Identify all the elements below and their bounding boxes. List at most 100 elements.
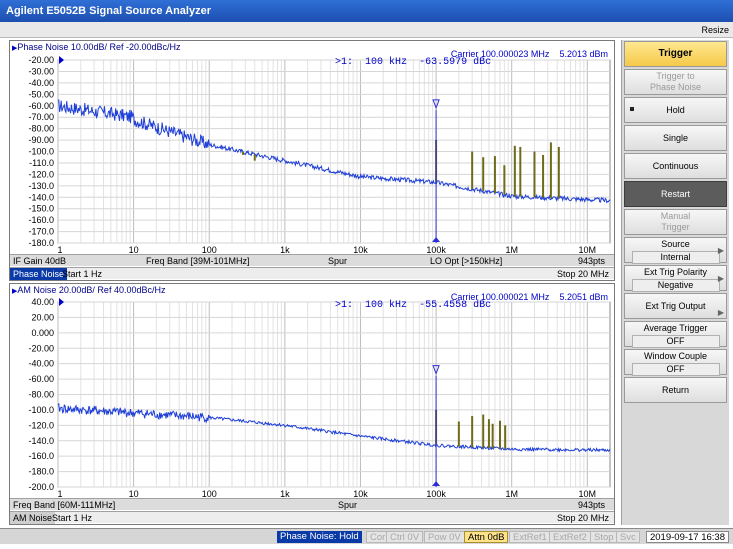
footer-svc: Svc bbox=[616, 531, 640, 543]
polarity-value: Negative bbox=[631, 279, 720, 292]
return-button[interactable]: Return bbox=[624, 377, 727, 403]
y-tick-label: -130.0 bbox=[28, 181, 54, 191]
phase-marker-label: >1: bbox=[335, 57, 354, 68]
manual-trigger-line1: Manual bbox=[660, 211, 691, 221]
window-title: Agilent E5052B Signal Source Analyzer bbox=[0, 0, 733, 22]
source-value: Internal bbox=[631, 251, 720, 264]
submenu-arrow-icon: ▶ bbox=[717, 274, 724, 283]
ext-trig-polarity-button[interactable]: Ext Trig Polarity Negative ▶ bbox=[624, 265, 727, 292]
window-couple-value: OFF bbox=[631, 363, 720, 376]
phase-noise-plot[interactable]: -20.00-30.00 -40.00-50.00 -60.00-70.00 -80.… bbox=[10, 41, 614, 280]
y-tick-label: -170.0 bbox=[28, 227, 54, 237]
am-marker-label: >1: bbox=[335, 300, 354, 311]
y-tick-label: -200.0 bbox=[28, 482, 54, 492]
y-tick-label: 0.000 bbox=[31, 328, 54, 338]
y-tick-label: -60.00 bbox=[28, 374, 54, 384]
if-gain-label: IF Gain 40dB bbox=[13, 256, 67, 266]
am-spur-label: Spur bbox=[338, 500, 358, 510]
restart-button[interactable]: Restart bbox=[624, 181, 727, 207]
manual-trigger-line2: Trigger bbox=[661, 222, 690, 232]
am-marker-freq: 100 kHz bbox=[365, 300, 408, 311]
y-tick-label: 20.00 bbox=[31, 312, 54, 322]
phase-marker-value: -63.5979 dBc bbox=[419, 57, 492, 68]
phase-trace-label[interactable]: Phase Noise bbox=[10, 268, 68, 280]
am-carrier-power: 5.2051 dBm bbox=[559, 292, 608, 302]
y-tick-label: -100.0 bbox=[28, 405, 54, 415]
phase-noise-panel[interactable]: -20.00 -30.00 -40.00 -50.00 -60.00 -70.00 -80.… bbox=[9, 40, 615, 281]
am-bottom-row: AM Noise Start 1 Hz Stop 20 MHz bbox=[10, 511, 614, 524]
hold-label: Hold bbox=[666, 105, 685, 115]
output-label: Ext Trig Output bbox=[645, 301, 706, 311]
phase-marker-freq: 100 kHz bbox=[365, 57, 408, 68]
instrument-status-bar: Phase Noise: Hold Cor Ctrl 0V Pow 0V Att… bbox=[0, 528, 733, 544]
submenu-arrow-icon: ▶ bbox=[717, 246, 724, 255]
y-tick-label: -50.00 bbox=[28, 89, 54, 99]
am-start-label: Start 1 Hz bbox=[52, 513, 93, 523]
trigger-to-line1: Trigger to bbox=[656, 71, 695, 81]
am-marker-value: -55.4558 dBc bbox=[419, 300, 492, 311]
am-noise-panel[interactable]: 40.00 20.00 0.000 -20.00 -40.00 -60.00 -80.00 -… bbox=[9, 283, 615, 525]
y-tick-label: -150.0 bbox=[28, 204, 54, 214]
y-tick-label: -140.0 bbox=[28, 192, 54, 202]
y-tick-label: -40.00 bbox=[28, 78, 54, 88]
y-tick-label: -120.0 bbox=[28, 420, 54, 430]
y-tick-label: -70.00 bbox=[28, 112, 54, 122]
ext-trig-output-button[interactable]: Ext Trig Output ▶ bbox=[624, 293, 727, 319]
trigger-to-line2: Phase Noise bbox=[649, 82, 702, 92]
continuous-button[interactable]: Continuous bbox=[624, 153, 727, 179]
phase-carrier-power: 5.2013 dBm bbox=[559, 49, 608, 59]
hold-button[interactable]: Hold bbox=[624, 97, 727, 123]
lo-opt-label: LO Opt [>150kHz] bbox=[430, 256, 503, 266]
phase-noise-title: Phase Noise 10.00dB/ Ref -20.00dBc/Hz bbox=[17, 42, 181, 52]
y-tick-label: -110.0 bbox=[29, 158, 54, 168]
y-tick-label: -120.0 bbox=[28, 169, 54, 179]
phase-bottom-row: Phase Noise Start 1 Hz Stop 20 MHz bbox=[10, 267, 614, 280]
phase-stop-label: Stop 20 MHz bbox=[556, 269, 609, 279]
resize-button[interactable]: Resize bbox=[701, 23, 729, 37]
y-tick-label: -80.00 bbox=[28, 124, 54, 134]
source-button[interactable]: Source Internal ▶ bbox=[624, 237, 727, 264]
footer-trace-status: Phase Noise: Hold bbox=[277, 531, 362, 543]
phase-status-row: IF Gain 40dB Freq Band [39M-101MHz] Spur… bbox=[10, 254, 614, 266]
polarity-label: Ext Trig Polarity bbox=[643, 267, 708, 277]
selected-bullet-icon bbox=[630, 107, 634, 111]
y-tick-label: -160.0 bbox=[28, 215, 54, 225]
window-couple-label: Window Couple bbox=[643, 351, 708, 361]
average-trigger-button[interactable]: Average Trigger OFF bbox=[624, 321, 727, 348]
am-points-label: 943pts bbox=[578, 500, 606, 510]
footer-extref2: ExtRef2 bbox=[549, 531, 591, 543]
avg-trigger-label: Average Trigger bbox=[643, 323, 708, 333]
menu-strip: Resize bbox=[0, 22, 733, 38]
footer-stop: Stop bbox=[590, 531, 618, 543]
y-tick-label: -20.00 bbox=[28, 55, 54, 65]
y-tick-label: 40.00 bbox=[31, 297, 54, 307]
footer-attn: Attn 0dB bbox=[464, 531, 509, 543]
am-stop-label: Stop 20 MHz bbox=[556, 513, 609, 523]
am-noise-plot[interactable]: 40.00 20.00 0.000 -20.00 -40.00 -60.00 -80.00 -… bbox=[10, 284, 614, 524]
trigger-menu-header[interactable]: Trigger bbox=[624, 41, 727, 67]
trigger-to-phase-noise-button: Trigger to Phase Noise bbox=[624, 69, 727, 95]
y-tick-label: -60.00 bbox=[28, 101, 54, 111]
single-button[interactable]: Single bbox=[624, 125, 727, 151]
window-couple-button[interactable]: Window Couple OFF bbox=[624, 349, 727, 376]
phase-freq-band-label: Freq Band [39M-101MHz] bbox=[146, 256, 250, 266]
am-freq-band-label: Freq Band [60M-111MHz] bbox=[13, 500, 116, 510]
softkey-menu: Trigger Trigger to Phase Noise Hold Sing… bbox=[621, 40, 729, 525]
y-tick-label: -100.0 bbox=[28, 147, 54, 157]
y-tick-label: -160.0 bbox=[28, 451, 54, 461]
am-trace-label[interactable]: AM Noise bbox=[10, 512, 56, 524]
footer-datetime: 2019-09-17 16:38 bbox=[645, 531, 729, 543]
y-tick-label: -180.0 bbox=[28, 467, 54, 477]
y-tick-label: -140.0 bbox=[28, 436, 54, 446]
phase-points-label: 943pts bbox=[578, 256, 606, 266]
y-tick-label: -80.00 bbox=[28, 390, 54, 400]
phase-start-label: Start 1 Hz bbox=[62, 269, 103, 279]
y-tick-label: -40.00 bbox=[28, 359, 54, 369]
footer-ctrl: Ctrl 0V bbox=[386, 531, 424, 543]
footer-pow: Pow 0V bbox=[424, 531, 465, 543]
avg-trigger-value: OFF bbox=[631, 335, 720, 348]
am-status-row: Freq Band [60M-111MHz] Spur 943pts bbox=[10, 498, 614, 510]
footer-extref1: ExtRef1 bbox=[509, 531, 551, 543]
y-tick-label: -30.00 bbox=[28, 66, 54, 76]
phase-spur-label: Spur bbox=[328, 256, 348, 266]
